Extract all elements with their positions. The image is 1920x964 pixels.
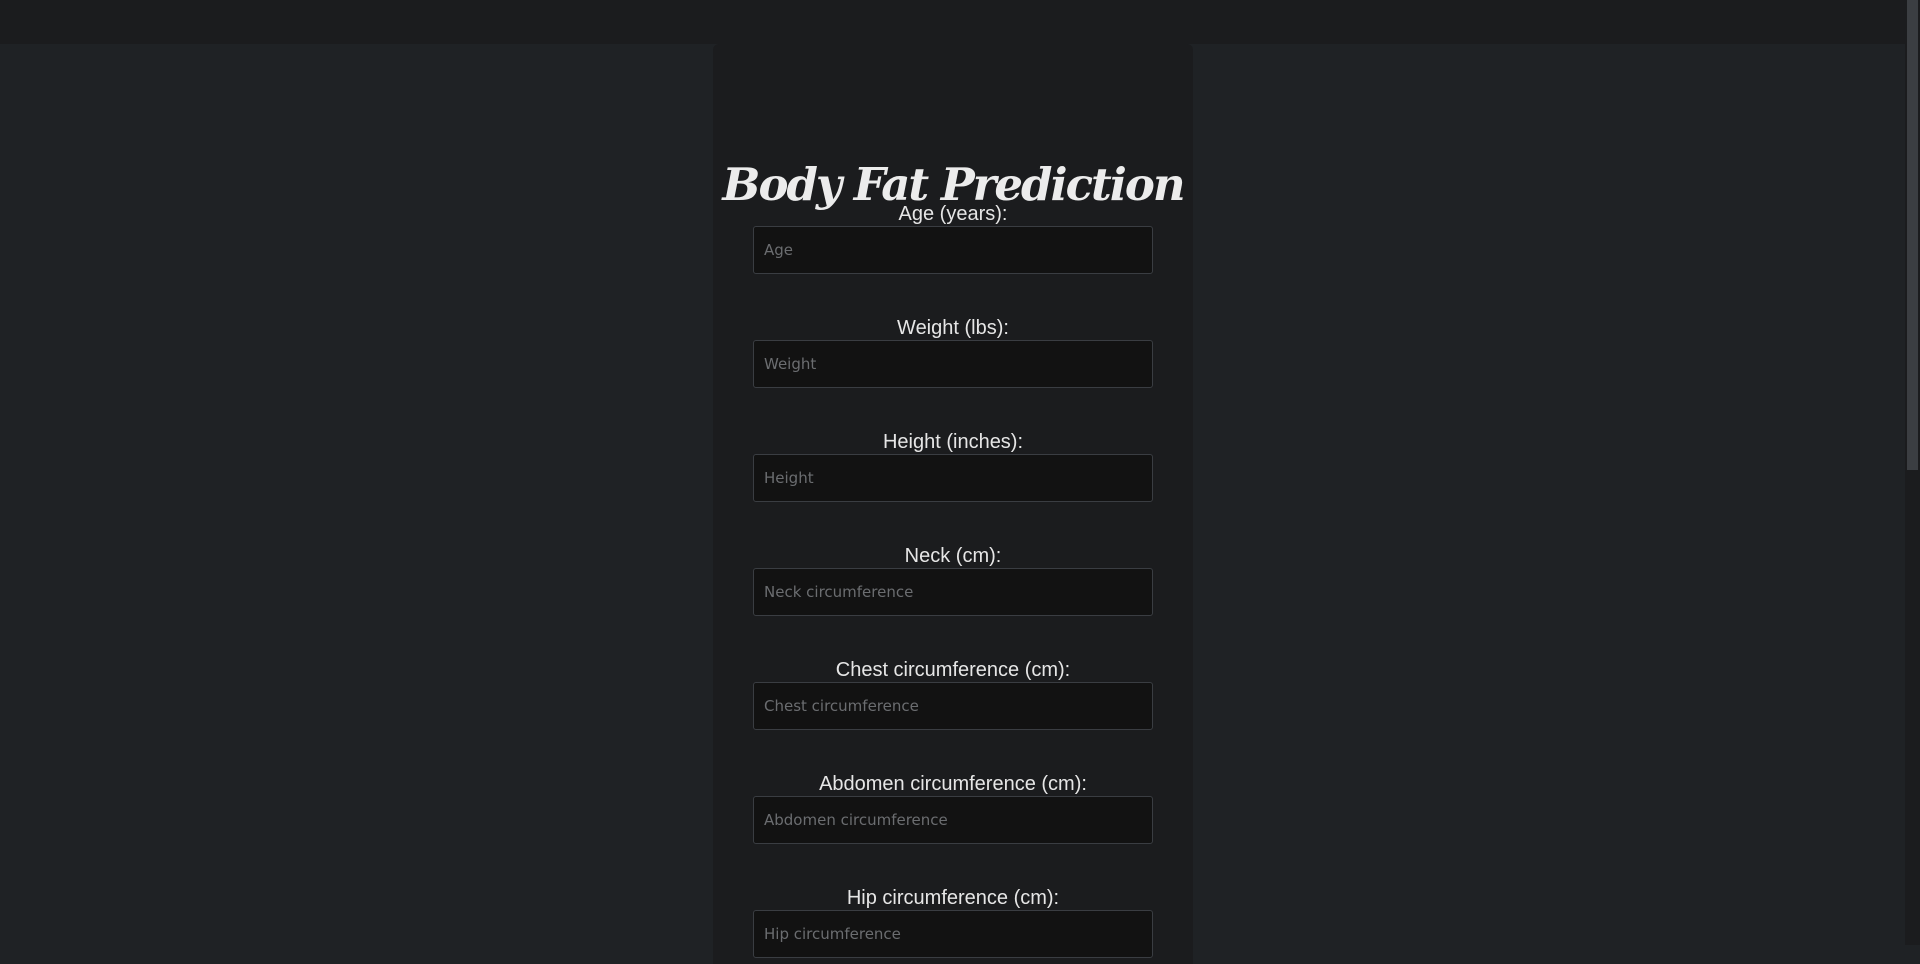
age-field-group: Age (years): bbox=[753, 202, 1153, 274]
hip-field-group: Hip circumference (cm): bbox=[753, 886, 1153, 958]
abdomen-field-group: Abdomen circumference (cm): bbox=[753, 772, 1153, 844]
prediction-form-card: Body Fat Prediction Age (years): Weight … bbox=[713, 44, 1193, 964]
chest-input[interactable] bbox=[753, 682, 1153, 730]
height-label: Height (inches): bbox=[882, 431, 1024, 453]
age-input[interactable] bbox=[753, 226, 1153, 274]
weight-label: Weight (lbs): bbox=[897, 317, 1009, 339]
hip-label: Hip circumference (cm): bbox=[846, 887, 1060, 909]
chest-field-group: Chest circumference (cm): bbox=[753, 658, 1153, 730]
age-label: Age (years): bbox=[898, 203, 1008, 225]
scrollbar-thumb[interactable] bbox=[1907, 0, 1918, 470]
hip-input[interactable] bbox=[753, 910, 1153, 958]
chest-label: Chest circumference (cm): bbox=[835, 659, 1071, 681]
neck-input[interactable] bbox=[753, 568, 1153, 616]
height-input[interactable] bbox=[753, 454, 1153, 502]
weight-field-group: Weight (lbs): bbox=[753, 316, 1153, 388]
height-field-group: Height (inches): bbox=[753, 430, 1153, 502]
neck-field-group: Neck (cm): bbox=[753, 544, 1153, 616]
top-bar bbox=[0, 0, 1920, 44]
abdomen-input[interactable] bbox=[753, 796, 1153, 844]
weight-input[interactable] bbox=[753, 340, 1153, 388]
neck-label: Neck (cm): bbox=[904, 545, 1002, 567]
vertical-scrollbar[interactable] bbox=[1905, 0, 1920, 945]
abdomen-label: Abdomen circumference (cm): bbox=[819, 773, 1087, 795]
